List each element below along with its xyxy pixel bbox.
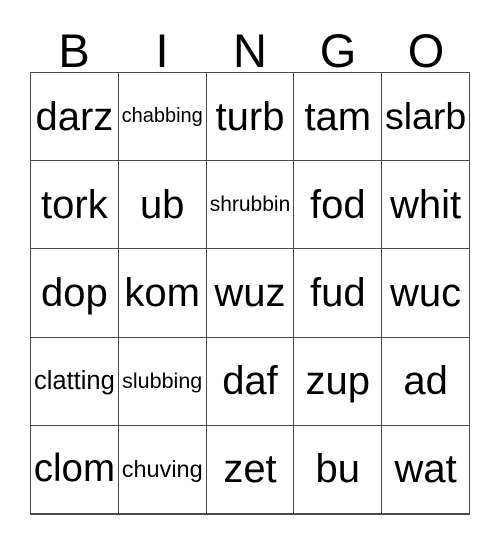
bingo-row: clatting slubbing daf zup ad [31, 336, 469, 425]
bingo-cell[interactable]: clom [31, 425, 118, 514]
bingo-header-cell-i: I [118, 22, 206, 77]
bingo-cell[interactable]: dop [31, 249, 118, 337]
bingo-cell[interactable]: daf [205, 337, 294, 425]
bingo-cell-label: wuz [214, 271, 286, 315]
bingo-cell-label: dop [41, 271, 108, 315]
bingo-cell[interactable]: kom [117, 249, 206, 337]
bingo-cell[interactable]: clatting [31, 337, 118, 425]
bingo-cell[interactable]: bu [293, 425, 382, 514]
bingo-cell-label: ad [403, 359, 448, 404]
bingo-cell-label: wuc [390, 271, 462, 315]
bingo-cell-label: clatting [34, 366, 115, 395]
bingo-cell[interactable]: wuz [205, 249, 294, 337]
bingo-cell[interactable]: chabbing [117, 73, 206, 161]
bingo-cell-label: daf [222, 359, 278, 404]
bingo-row: dop kom wuz fud wuc [31, 248, 469, 337]
bingo-cell-label: tam [304, 94, 372, 139]
bingo-cell[interactable]: tam [293, 73, 382, 161]
bingo-cell[interactable]: tork [31, 161, 118, 249]
bingo-cell[interactable]: chuving [117, 425, 206, 514]
bingo-grid: darz chabbing turb tam slarb tork ub shr… [30, 72, 470, 515]
bingo-cell[interactable]: fod [293, 161, 382, 249]
bingo-row: clom chuving zet bu wat [31, 424, 469, 514]
bingo-row: tork ub shrubbin fod whit [31, 160, 469, 249]
bingo-cell-label: slarb [384, 94, 467, 137]
bingo-header-letter: G [319, 23, 357, 77]
bingo-cell-label: slubbing [122, 368, 203, 393]
bingo-cell-label: zup [305, 359, 371, 404]
bingo-cell[interactable]: ad [381, 337, 469, 425]
bingo-header-letter: I [155, 23, 169, 77]
bingo-cell[interactable]: wuc [381, 249, 469, 337]
bingo-cell-label: fod [309, 182, 366, 227]
bingo-cell[interactable]: slubbing [117, 337, 206, 425]
bingo-cell-label: fud [309, 271, 366, 315]
bingo-cell-label: chabbing [121, 105, 203, 128]
bingo-cell-label: shrubbin [209, 192, 291, 216]
bingo-cell-label: whit [390, 182, 462, 227]
bingo-cell[interactable]: zup [293, 337, 382, 425]
bingo-cell[interactable]: fud [293, 249, 382, 337]
bingo-cell-label: bu [315, 447, 361, 492]
bingo-cell[interactable]: wat [381, 425, 469, 514]
bingo-cell[interactable]: shrubbin [205, 161, 294, 249]
bingo-header-letter: N [233, 23, 267, 77]
bingo-cell-label: chuving [121, 456, 203, 483]
bingo-cell-label: kom [124, 271, 200, 315]
bingo-cell[interactable]: darz [31, 73, 118, 161]
bingo-cell-label: zet [223, 447, 277, 492]
bingo-cell[interactable]: turb [205, 73, 294, 161]
bingo-header-cell-g: G [294, 22, 382, 77]
bingo-cell-label: tork [41, 182, 108, 227]
bingo-cell-label: turb [215, 94, 285, 139]
bingo-cell[interactable]: ub [117, 161, 206, 249]
bingo-cell-label: ub [139, 182, 185, 227]
bingo-card: B I N G O darz chabbing turb tam slarb t… [30, 22, 470, 515]
bingo-cell[interactable]: slarb [381, 73, 469, 161]
bingo-cell-label: darz [35, 94, 114, 139]
bingo-header-letter: B [58, 23, 90, 77]
bingo-header-cell-n: N [206, 22, 294, 77]
bingo-cell[interactable]: zet [205, 425, 294, 514]
bingo-cell[interactable]: whit [381, 161, 469, 249]
bingo-cell-label: wat [394, 447, 457, 492]
bingo-row: darz chabbing turb tam slarb [31, 73, 469, 161]
bingo-header-letter: O [407, 23, 445, 77]
bingo-header-cell-o: O [382, 22, 470, 77]
bingo-header-row: B I N G O [30, 22, 470, 77]
bingo-header-cell-b: B [30, 22, 118, 77]
bingo-cell-label: clom [33, 447, 116, 491]
